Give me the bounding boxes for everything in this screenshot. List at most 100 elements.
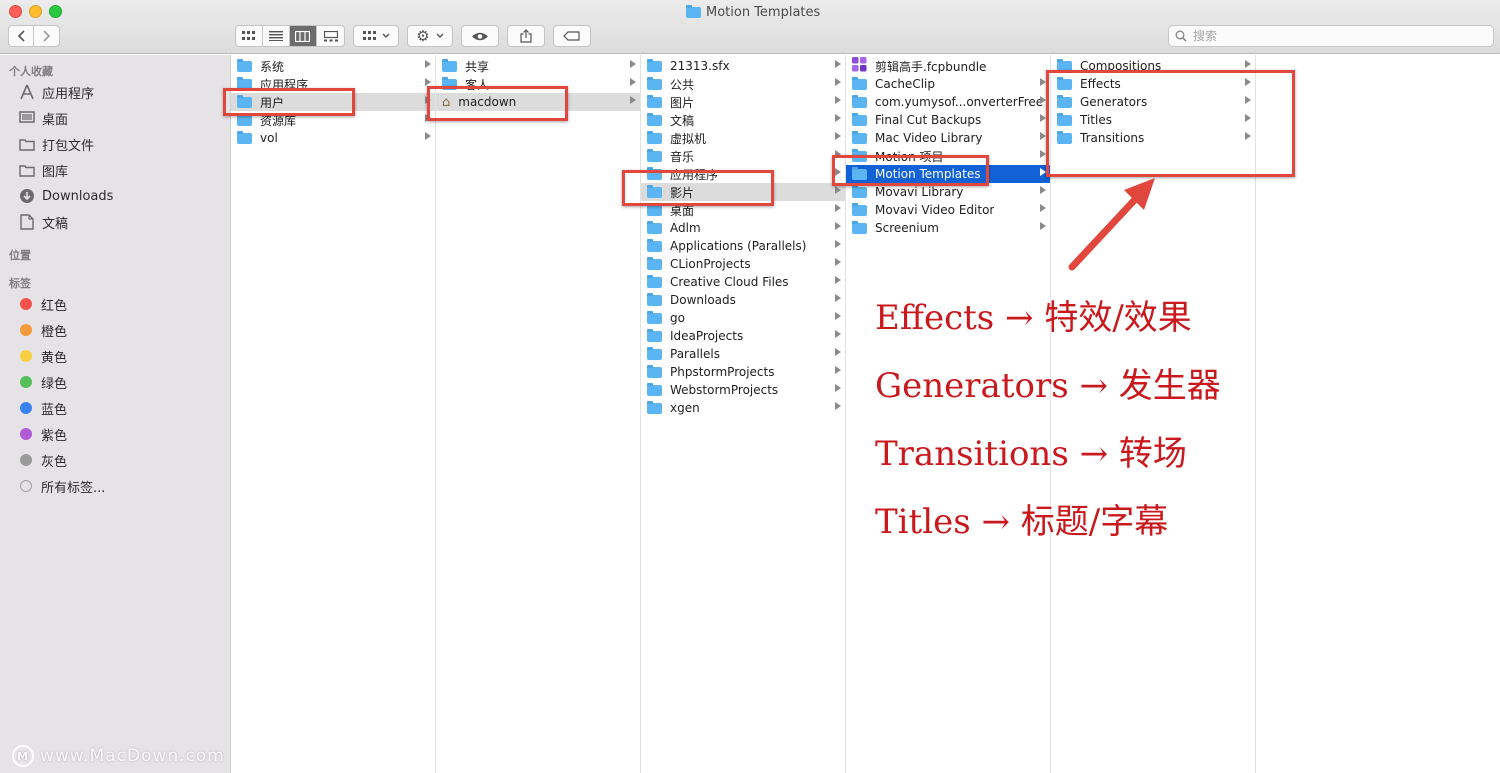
search-input[interactable] [1193,29,1473,43]
list-item[interactable]: com.yumysof...onverterFree [846,93,1050,111]
purple-tag-dot-icon [20,428,32,440]
list-item[interactable]: Downloads [641,291,845,309]
list-item[interactable]: CacheClip [846,75,1050,93]
list-item[interactable]: vol [231,129,435,147]
sidebar-item-desktop[interactable]: 桌面 [18,107,68,129]
chevron-right-icon [835,78,841,86]
chevron-right-icon [1245,60,1251,68]
minimize-window-button[interactable] [29,5,42,18]
chevron-right-icon [835,366,841,374]
chevron-right-icon [835,330,841,338]
quick-look-button[interactable] [461,25,499,47]
list-item[interactable]: Adlm [641,219,845,237]
documents-icon [18,214,35,231]
list-item[interactable]: go [641,309,845,327]
column-view-button[interactable] [289,26,318,46]
group-by-button[interactable] [353,25,399,47]
back-button[interactable] [9,26,35,46]
list-item[interactable]: PhpstormProjects [641,363,845,381]
folder-icon [852,130,867,144]
sidebar-item-downloads[interactable]: Downloads [18,185,113,207]
sidebar-tag-green[interactable]: 绿色 [18,371,67,393]
list-item[interactable]: WebstormProjects [641,381,845,399]
chevron-right-icon [425,60,431,68]
folder-icon [852,112,867,126]
icon-view-button[interactable] [236,26,263,46]
chevron-left-icon [17,30,25,42]
folder-icon [647,346,662,360]
chevron-right-icon [835,294,841,302]
sidebar-tag-blue[interactable]: 蓝色 [18,397,67,419]
action-menu-button[interactable]: ⚙ [407,25,453,47]
sidebar-tag-yellow[interactable]: 黄色 [18,345,67,367]
list-item[interactable]: 剪辑高手.fcpbundle [846,57,1050,75]
chevron-right-icon [835,222,841,230]
chevron-right-icon [835,258,841,266]
folder-icon [647,274,662,288]
list-item[interactable]: 共享 [436,57,640,75]
sidebar-item-library[interactable]: 图库 [18,159,68,181]
chevron-right-icon [630,78,636,86]
sidebar-item-packages[interactable]: 打包文件 [18,133,94,155]
folder-icon [647,382,662,396]
sidebar-tag-orange[interactable]: 橙色 [18,319,67,341]
highlight-users [223,88,355,116]
chevron-right-icon [835,312,841,320]
folder-icon [647,238,662,252]
sidebar-item-label: 文稿 [42,216,69,232]
chevron-right-icon [630,96,636,104]
sidebar-item-label: 紫色 [41,428,68,444]
sidebar-tag-purple[interactable]: 紫色 [18,423,67,445]
list-item[interactable]: 公共 [641,75,845,93]
sidebar-tag-gray[interactable]: 灰色 [18,449,67,471]
share-button[interactable] [507,25,545,47]
sidebar-item-applications[interactable]: 应用程序 [18,81,94,103]
close-window-button[interactable] [9,5,22,18]
sidebar-item-documents[interactable]: 文稿 [18,211,68,233]
list-item[interactable]: 音乐 [641,147,845,165]
gear-icon: ⚙ [416,27,430,45]
green-tag-dot-icon [20,376,32,388]
list-item[interactable]: 图片 [641,93,845,111]
search-field[interactable] [1168,25,1494,47]
list-item[interactable]: Parallels [641,345,845,363]
list-item[interactable]: Applications (Parallels) [641,237,845,255]
chevron-right-icon [1040,204,1046,212]
forward-button[interactable] [34,26,59,46]
highlight-macdown [427,86,568,121]
folder-icon [18,136,35,153]
chevron-right-icon [835,402,841,410]
chevron-right-icon [835,204,841,212]
gallery-view-button[interactable] [317,26,344,46]
list-item[interactable]: Creative Cloud Files [641,273,845,291]
folder-icon [647,364,662,378]
chevron-right-icon [835,348,841,356]
sidebar-item-label: Downloads [42,188,114,204]
list-item[interactable]: 21313.sfx [641,57,845,75]
list-item[interactable]: Screenium [846,219,1050,237]
list-item[interactable]: Final Cut Backups [846,111,1050,129]
sidebar-item-label: 图库 [42,164,69,180]
sidebar-tag-red[interactable]: 红色 [18,293,67,315]
list-view-button[interactable] [263,26,290,46]
navigation-buttons [8,25,60,47]
list-item[interactable]: 系统 [231,57,435,75]
list-item[interactable]: Mac Video Library [846,129,1050,147]
folder-icon [442,58,457,72]
locations-header: 位置 [9,249,31,262]
list-item[interactable]: CLionProjects [641,255,845,273]
tags-header: 标签 [9,277,31,290]
list-item[interactable]: 虚拟机 [641,129,845,147]
zoom-window-button[interactable] [49,5,62,18]
list-item[interactable]: IdeaProjects [641,327,845,345]
edit-tags-button[interactable] [553,25,591,47]
folder-icon [237,58,252,72]
list-item[interactable]: 文稿 [641,111,845,129]
list-item[interactable]: Movavi Video Editor [846,201,1050,219]
share-icon [520,29,532,43]
sidebar-item-label: 所有标签... [41,480,106,496]
list-item[interactable]: xgen [641,399,845,417]
folder-icon [852,220,867,234]
chevron-down-icon [436,33,444,38]
sidebar-all-tags[interactable]: 所有标签... [18,475,105,497]
